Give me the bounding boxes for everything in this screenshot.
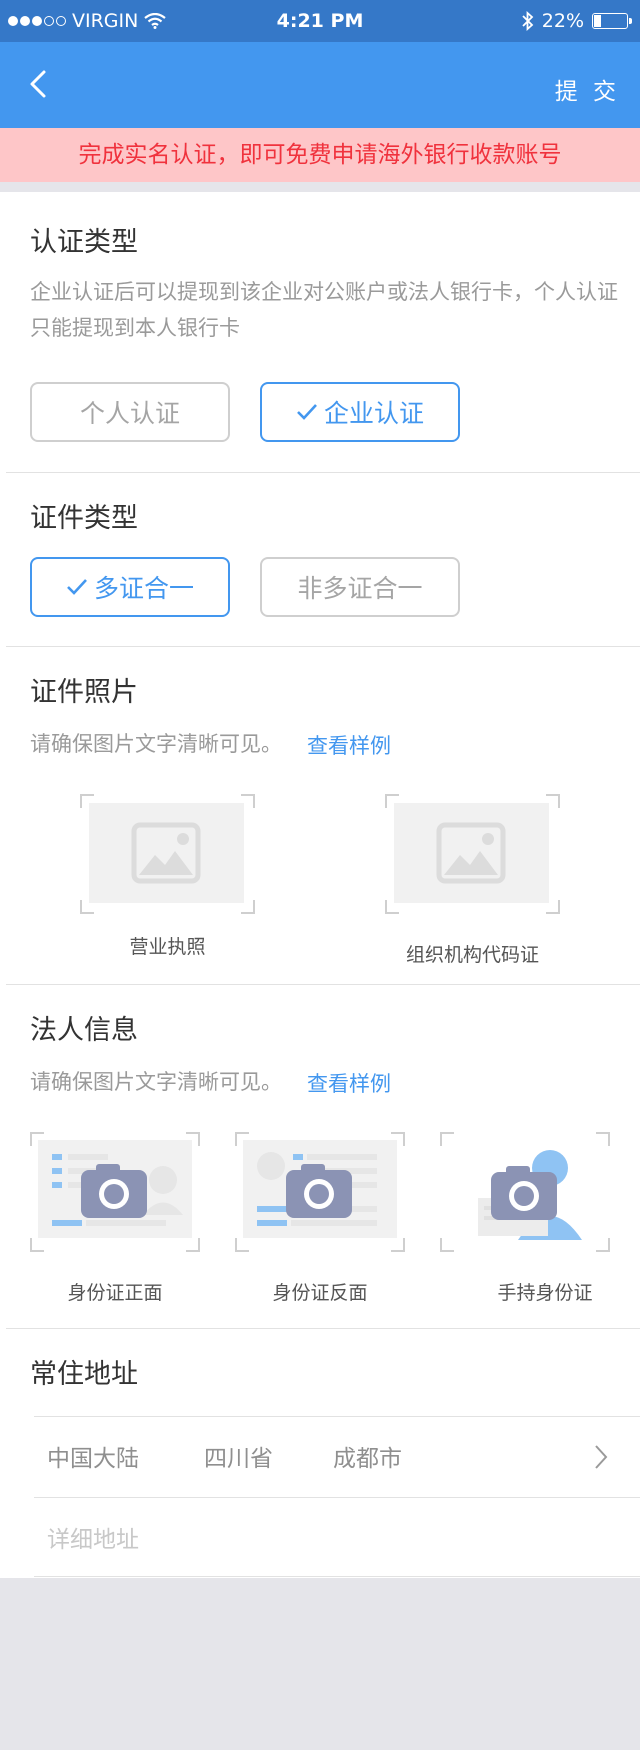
check-icon bbox=[67, 579, 87, 595]
status-right: 22% bbox=[522, 10, 632, 32]
battery-icon bbox=[592, 13, 632, 29]
cert-photos-example-link[interactable]: 查看样例 bbox=[307, 730, 391, 760]
option-label: 个人认证 bbox=[79, 399, 180, 428]
personal-auth-option[interactable]: 个人认证 bbox=[30, 382, 230, 442]
legal-person-example-link[interactable]: 查看样例 bbox=[307, 1068, 391, 1098]
cert-photos-hint: 请确保图片文字清晰可见。 bbox=[30, 732, 282, 756]
bluetooth-icon bbox=[522, 11, 534, 31]
chevron-right-icon bbox=[595, 1445, 608, 1469]
promo-banner: 完成实名认证，即可免费申请海外银行收款账号 bbox=[0, 128, 640, 182]
option-label: 非多证合一 bbox=[297, 574, 423, 603]
divider bbox=[6, 1328, 640, 1329]
cert-type-title: 证件类型 bbox=[30, 503, 138, 534]
id-back-upload[interactable] bbox=[235, 1132, 405, 1252]
province-value: 四川省 bbox=[204, 1446, 273, 1472]
option-label: 企业认证 bbox=[323, 399, 424, 428]
country-value: 中国大陆 bbox=[47, 1446, 139, 1472]
holding-id-upload[interactable] bbox=[440, 1132, 610, 1252]
id-card-back-icon bbox=[243, 1140, 397, 1238]
city-value: 成都市 bbox=[333, 1446, 402, 1472]
battery-percent: 22% bbox=[541, 10, 584, 32]
image-placeholder-icon bbox=[89, 803, 244, 903]
non-multi-cert-option[interactable]: 非多证合一 bbox=[260, 557, 460, 617]
business-license-upload[interactable] bbox=[80, 794, 255, 914]
image-placeholder-icon bbox=[394, 803, 549, 903]
divider bbox=[6, 472, 640, 473]
business-license-caption: 营业执照 bbox=[129, 936, 206, 958]
cert-photos-title: 证件照片 bbox=[30, 677, 138, 708]
check-icon bbox=[297, 404, 317, 420]
option-label: 多证合一 bbox=[93, 574, 194, 603]
form-card: 认证类型 企业认证后可以提现到该企业对公账户或法人银行卡，个人认证只能提现到本人… bbox=[0, 192, 640, 1578]
id-front-upload[interactable] bbox=[30, 1132, 200, 1252]
auth-type-description: 企业认证后可以提现到该企业对公账户或法人银行卡，个人认证只能提现到本人银行卡 bbox=[30, 280, 618, 340]
nav-bar: 提 交 bbox=[0, 42, 640, 128]
divider bbox=[6, 984, 640, 985]
id-front-caption: 身份证正面 bbox=[67, 1282, 163, 1304]
legal-person-title: 法人信息 bbox=[30, 1015, 138, 1046]
legal-person-hint: 请确保图片文字清晰可见。 bbox=[30, 1070, 282, 1094]
multi-cert-option[interactable]: 多证合一 bbox=[30, 557, 230, 617]
holding-id-icon bbox=[478, 1150, 582, 1240]
detail-address-placeholder: 详细地址 bbox=[47, 1527, 139, 1553]
status-bar: VIRGIN 4:21 PM 22% bbox=[0, 0, 640, 42]
divider bbox=[6, 646, 640, 647]
region-selector[interactable]: 中国大陆 四川省 成都市 bbox=[34, 1417, 640, 1497]
submit-button[interactable]: 提 交 bbox=[555, 72, 620, 106]
id-back-caption: 身份证反面 bbox=[272, 1282, 368, 1304]
org-code-caption: 组织机构代码证 bbox=[405, 944, 539, 966]
enterprise-auth-option[interactable]: 企业认证 bbox=[260, 382, 460, 442]
divider bbox=[34, 1576, 640, 1577]
detail-address-input[interactable]: 详细地址 bbox=[34, 1498, 640, 1576]
auth-type-title: 认证类型 bbox=[30, 227, 138, 258]
id-card-front-icon bbox=[38, 1140, 192, 1238]
battery-level bbox=[594, 15, 601, 27]
back-arrow-icon[interactable] bbox=[22, 64, 62, 104]
org-code-upload[interactable] bbox=[385, 794, 560, 914]
holding-id-caption: 手持身份证 bbox=[497, 1282, 593, 1304]
address-title: 常住地址 bbox=[30, 1359, 138, 1390]
